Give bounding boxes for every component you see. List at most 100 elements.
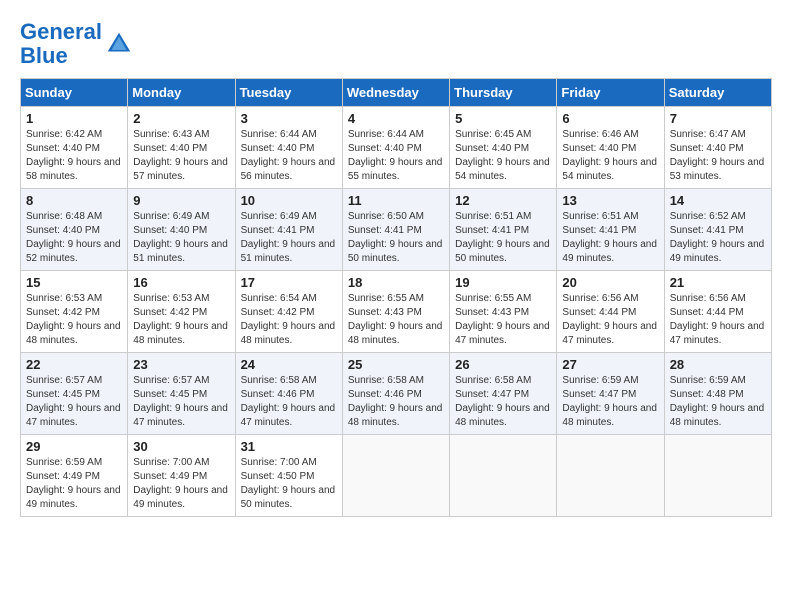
calendar-cell: 11 Sunrise: 6:50 AMSunset: 4:41 PMDayligh… [342,189,449,271]
day-number: 23 [133,357,229,372]
day-header-monday: Monday [128,79,235,107]
day-header-sunday: Sunday [21,79,128,107]
calendar-cell: 27Sunrise: 6:59 AMSunset: 4:47 PMDayligh… [557,353,664,435]
calendar-table: SundayMondayTuesdayWednesdayThursdayFrid… [20,78,772,517]
calendar-cell [342,435,449,517]
calendar-cell: 23 Sunrise: 6:57 AMSunset: 4:45 PMDayligh… [128,353,235,435]
day-info: Sunrise: 6:45 AMSunset: 4:40 PMDaylight:… [455,128,551,184]
day-number: 10 [241,193,337,208]
calendar-cell: 22Sunrise: 6:57 AMSunset: 4:45 PMDayligh… [21,353,128,435]
calendar-cell: 3 Sunrise: 6:44 AMSunset: 4:40 PMDaylight… [235,107,342,189]
calendar-cell: 1 Sunrise: 6:42 AMSunset: 4:40 PMDaylight… [21,107,128,189]
calendar-week-row: 8 Sunrise: 6:48 AMSunset: 4:40 PMDaylight… [21,189,772,271]
day-number: 3 [241,111,337,126]
calendar-cell: 20 Sunrise: 6:56 AMSunset: 4:44 PMDayligh… [557,271,664,353]
day-info: Sunrise: 6:48 AMSunset: 4:40 PMDaylight:… [26,210,122,266]
day-info: Sunrise: 6:55 AMSunset: 4:43 PMDaylight:… [455,292,551,348]
day-info: Sunrise: 6:58 AMSunset: 4:47 PMDaylight:… [455,374,551,430]
day-info: Sunrise: 6:47 AMSunset: 4:40 PMDaylight:… [670,128,766,184]
day-info: Sunrise: 6:49 AMSunset: 4:41 PMDaylight:… [241,210,337,266]
calendar-cell: 18 Sunrise: 6:55 AMSunset: 4:43 PMDayligh… [342,271,449,353]
day-info: Sunrise: 6:58 AMSunset: 4:46 PMDaylight:… [241,374,337,430]
calendar-cell: 15 Sunrise: 6:53 AMSunset: 4:42 PMDayligh… [21,271,128,353]
day-info: Sunrise: 6:55 AMSunset: 4:43 PMDaylight:… [348,292,444,348]
calendar-cell: 14 Sunrise: 6:52 AMSunset: 4:41 PMDayligh… [664,189,771,271]
day-info: Sunrise: 7:00 AMSunset: 4:50 PMDaylight:… [241,456,337,512]
calendar-cell: 13 Sunrise: 6:51 AMSunset: 4:41 PMDayligh… [557,189,664,271]
day-number: 18 [348,275,444,290]
calendar-week-row: 1 Sunrise: 6:42 AMSunset: 4:40 PMDaylight… [21,107,772,189]
day-info: Sunrise: 6:57 AMSunset: 4:45 PMDaylight:… [133,374,229,430]
day-info: Sunrise: 6:43 AMSunset: 4:40 PMDaylight:… [133,128,229,184]
calendar-cell: 6 Sunrise: 6:46 AMSunset: 4:40 PMDaylight… [557,107,664,189]
day-number: 15 [26,275,122,290]
calendar-cell: 21Sunrise: 6:56 AMSunset: 4:44 PMDayligh… [664,271,771,353]
calendar-cell [664,435,771,517]
day-header-friday: Friday [557,79,664,107]
day-number: 20 [562,275,658,290]
day-number: 2 [133,111,229,126]
logo: General Blue [20,20,134,68]
day-number: 17 [241,275,337,290]
calendar-cell: 10 Sunrise: 6:49 AMSunset: 4:41 PMDayligh… [235,189,342,271]
calendar-cell: 8 Sunrise: 6:48 AMSunset: 4:40 PMDaylight… [21,189,128,271]
day-number: 31 [241,439,337,454]
calendar-week-row: 29 Sunrise: 6:59 AMSunset: 4:49 PMDayligh… [21,435,772,517]
calendar-cell: 2 Sunrise: 6:43 AMSunset: 4:40 PMDaylight… [128,107,235,189]
calendar-cell: 12 Sunrise: 6:51 AMSunset: 4:41 PMDayligh… [450,189,557,271]
day-number: 16 [133,275,229,290]
calendar-cell: 24 Sunrise: 6:58 AMSunset: 4:46 PMDayligh… [235,353,342,435]
day-info: Sunrise: 7:00 AMSunset: 4:49 PMDaylight:… [133,456,229,512]
day-info: Sunrise: 6:58 AMSunset: 4:46 PMDaylight:… [348,374,444,430]
day-number: 22 [26,357,122,372]
day-info: Sunrise: 6:59 AMSunset: 4:49 PMDaylight:… [26,456,122,512]
day-number: 24 [241,357,337,372]
day-info: Sunrise: 6:53 AMSunset: 4:42 PMDaylight:… [133,292,229,348]
day-number: 9 [133,193,229,208]
calendar-cell: 7Sunrise: 6:47 AMSunset: 4:40 PMDaylight… [664,107,771,189]
logo-text: General Blue [20,20,102,68]
day-number: 25 [348,357,444,372]
day-number: 1 [26,111,122,126]
day-number: 14 [670,193,766,208]
day-number: 5 [455,111,551,126]
day-info: Sunrise: 6:53 AMSunset: 4:42 PMDaylight:… [26,292,122,348]
calendar-week-row: 15 Sunrise: 6:53 AMSunset: 4:42 PMDayligh… [21,271,772,353]
day-number: 4 [348,111,444,126]
day-number: 28 [670,357,766,372]
calendar-cell: 30Sunrise: 7:00 AMSunset: 4:49 PMDayligh… [128,435,235,517]
day-number: 6 [562,111,658,126]
day-number: 11 [348,193,444,208]
day-info: Sunrise: 6:44 AMSunset: 4:40 PMDaylight:… [348,128,444,184]
day-info: Sunrise: 6:56 AMSunset: 4:44 PMDaylight:… [562,292,658,348]
day-number: 29 [26,439,122,454]
page-header: General Blue [20,20,772,68]
day-info: Sunrise: 6:50 AMSunset: 4:41 PMDaylight:… [348,210,444,266]
day-info: Sunrise: 6:51 AMSunset: 4:41 PMDaylight:… [455,210,551,266]
day-header-thursday: Thursday [450,79,557,107]
day-info: Sunrise: 6:46 AMSunset: 4:40 PMDaylight:… [562,128,658,184]
day-info: Sunrise: 6:52 AMSunset: 4:41 PMDaylight:… [670,210,766,266]
day-info: Sunrise: 6:44 AMSunset: 4:40 PMDaylight:… [241,128,337,184]
calendar-header-row: SundayMondayTuesdayWednesdayThursdayFrid… [21,79,772,107]
calendar-cell [557,435,664,517]
calendar-cell: 25 Sunrise: 6:58 AMSunset: 4:46 PMDayligh… [342,353,449,435]
calendar-cell: 4 Sunrise: 6:44 AMSunset: 4:40 PMDaylight… [342,107,449,189]
calendar-cell: 9Sunrise: 6:49 AMSunset: 4:40 PMDaylight… [128,189,235,271]
day-number: 12 [455,193,551,208]
day-number: 27 [562,357,658,372]
day-info: Sunrise: 6:56 AMSunset: 4:44 PMDaylight:… [670,292,766,348]
day-number: 8 [26,193,122,208]
day-header-tuesday: Tuesday [235,79,342,107]
day-number: 26 [455,357,551,372]
day-number: 13 [562,193,658,208]
calendar-cell: 16 Sunrise: 6:53 AMSunset: 4:42 PMDayligh… [128,271,235,353]
day-number: 19 [455,275,551,290]
day-header-saturday: Saturday [664,79,771,107]
day-info: Sunrise: 6:42 AMSunset: 4:40 PMDaylight:… [26,128,122,184]
calendar-cell: 19 Sunrise: 6:55 AMSunset: 4:43 PMDayligh… [450,271,557,353]
day-header-wednesday: Wednesday [342,79,449,107]
calendar-cell: 31 Sunrise: 7:00 AMSunset: 4:50 PMDayligh… [235,435,342,517]
calendar-cell: 28Sunrise: 6:59 AMSunset: 4:48 PMDayligh… [664,353,771,435]
day-info: Sunrise: 6:51 AMSunset: 4:41 PMDaylight:… [562,210,658,266]
